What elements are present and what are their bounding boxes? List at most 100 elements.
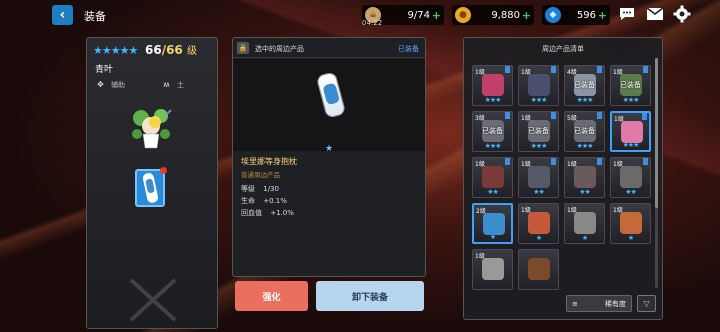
item-thumbnail [528, 212, 550, 234]
lock-icon[interactable]: 🔒 [237, 42, 249, 54]
stat-row: 等级 1/30 [241, 184, 279, 194]
character-portrait[interactable] [127, 104, 175, 152]
item-level: 1级 [475, 69, 485, 76]
item-stars: ★★★ [622, 96, 640, 104]
inventory-item[interactable]: 1级 ★★ [564, 157, 605, 198]
body-pillow-thumbnail [142, 173, 159, 203]
item-preview: ★ [233, 59, 425, 154]
character-stars: ★★★★★ [93, 44, 138, 57]
inventory-item[interactable]: 4级 已装备 ★★★ [564, 65, 605, 106]
item-thumbnail [528, 258, 550, 280]
item-thumbnail [528, 74, 550, 96]
inventory-item[interactable]: 1级 已装备 ★★★ [610, 65, 651, 106]
inventory-scrollbar[interactable] [655, 58, 658, 288]
item-stars: ★★ [579, 188, 591, 196]
bookmark-icon [643, 66, 648, 73]
equipped-label: 已装备 [482, 127, 503, 135]
unequip-button[interactable]: 卸下装备 [316, 281, 424, 311]
add-gem-button[interactable]: + [598, 9, 607, 22]
item-name: 埃里娜等身抱枕 [241, 157, 297, 166]
inventory-item[interactable]: 1级 ★★★ [518, 65, 559, 106]
inventory-item[interactable]: 1级 ★★ [610, 157, 651, 198]
item-thumbnail [620, 212, 642, 234]
add-gold-button[interactable]: + [522, 9, 531, 22]
gem-value: 596 [576, 9, 596, 21]
sort-icon: ≡ [572, 299, 578, 308]
item-stars: ★★★ [530, 142, 548, 150]
item-category: 普通周边产品 [241, 171, 280, 179]
inventory-item[interactable]: 1级 ★★★ [610, 111, 651, 152]
diamond-icon: ◆ [545, 7, 561, 23]
item-level: 2级 [476, 208, 486, 215]
gem-resource[interactable]: ◆ 596 + [542, 5, 610, 25]
inventory-item[interactable]: 1级 ★ [518, 203, 559, 244]
mail-button[interactable] [645, 4, 665, 24]
equipped-item-slot[interactable] [135, 167, 167, 207]
level-unit: 级 [186, 46, 197, 57]
character-panel: ★★★★★ 66/66 级 青叶 ✥ 辅助 ʍ 土 [86, 37, 218, 329]
selected-item-panel: 🔒 选中的周边产品 已装备 ★ 埃里娜等身抱枕 普通周边产品 等级 1/30 生… [232, 37, 426, 277]
item-thumbnail [621, 121, 643, 143]
gear-icon [673, 5, 691, 23]
inventory-item[interactable]: 1级 ★★ [518, 157, 559, 198]
bookmark-icon [597, 112, 602, 119]
item-thumbnail [483, 213, 505, 235]
item-thumbnail [482, 74, 504, 96]
gold-coin-icon: ● [455, 7, 471, 23]
inventory-item[interactable]: 2级 ★ [472, 203, 513, 244]
item-stars: ★★ [533, 188, 545, 196]
inventory-item[interactable]: 1级 [472, 249, 513, 290]
settings-button[interactable] [672, 4, 692, 24]
filter-button[interactable]: ▽ [637, 295, 656, 312]
inventory-item[interactable]: 5级 已装备 ★★★ [564, 111, 605, 152]
back-button[interactable]: ‹ [52, 5, 73, 25]
top-bar: ‹ 装备 ☕ 9/74 + 04:22 ● 9,880 + ◆ 596 + [0, 0, 720, 30]
item-stars: ★★ [487, 188, 499, 196]
notification-dot [160, 167, 167, 174]
bookmark-icon [551, 158, 556, 165]
chat-icon [620, 8, 634, 20]
add-stamina-button[interactable]: + [432, 9, 441, 22]
bookmark-icon [505, 158, 510, 165]
item-thumbnail [574, 212, 596, 234]
equipped-label: 已装备 [574, 127, 595, 135]
body-pillow-image [315, 71, 347, 119]
item-level: 1级 [613, 69, 623, 76]
level-max: /66 [161, 43, 183, 57]
character-element: ʍ 土 [161, 79, 184, 90]
item-thumbnail [482, 258, 504, 280]
sort-dropdown[interactable]: ≡ 稀有度 [566, 295, 632, 312]
item-stars: ★★ [625, 188, 637, 196]
inventory-item[interactable]: 1级 ★★ [472, 157, 513, 198]
character-role: ✥ 辅助 [95, 79, 125, 90]
inventory-item[interactable]: 1级 ★ [564, 203, 605, 244]
selected-item-header: 🔒 选中的周边产品 已装备 [233, 38, 425, 58]
inventory-item[interactable]: 1级 ★★★ [472, 65, 513, 106]
gold-value: 9,880 [491, 9, 520, 21]
equipped-label: 已装备 [528, 127, 549, 135]
sort-label: 稀有度 [605, 299, 626, 308]
inventory-item[interactable]: 1级 ★ [610, 203, 651, 244]
equipped-label: 已装备 [574, 81, 595, 89]
element-label: 土 [177, 80, 184, 89]
equipped-status: 已装备 [398, 45, 419, 53]
gold-resource[interactable]: ● 9,880 + [452, 5, 534, 25]
bookmark-icon [642, 113, 647, 120]
strengthen-button[interactable]: 强化 [235, 281, 308, 311]
inventory-item[interactable]: 1级 已装备 ★★★ [518, 111, 559, 152]
stat-row: 回血值 +1.0% [241, 208, 294, 218]
stat-value: 1/30 [263, 185, 279, 193]
earth-element-icon: ʍ [163, 80, 170, 89]
item-stars: ★★★ [484, 142, 502, 150]
stamina-value: 9/74 [407, 9, 430, 21]
inventory-item[interactable]: 3级 已装备 ★★★ [472, 111, 513, 152]
inventory-item[interactable] [518, 249, 559, 290]
bookmark-icon [551, 66, 556, 73]
chat-button[interactable] [617, 4, 637, 24]
bookmark-icon [597, 158, 602, 165]
stat-value: +1.0% [270, 209, 294, 217]
item-level: 1级 [475, 253, 485, 260]
bookmark-icon [505, 112, 510, 119]
item-stars: ★ [489, 233, 496, 241]
item-thumbnail [620, 166, 642, 188]
